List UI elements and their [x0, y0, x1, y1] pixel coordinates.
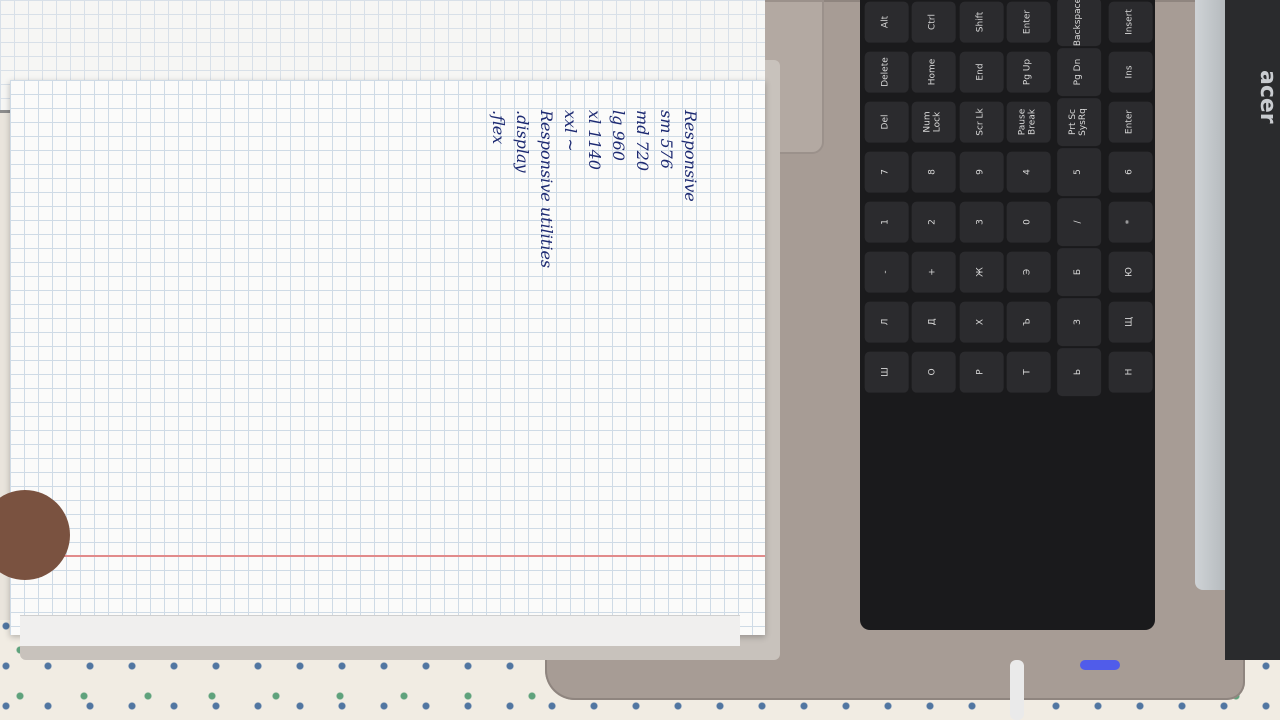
keyboard-key: 4 [1006, 151, 1051, 193]
keyboard-key: Б [1057, 247, 1102, 297]
keyboard-key: Pg Up [1006, 51, 1051, 93]
keyboard-key: Ctrl [912, 1, 957, 43]
keyboard-key: Н [1108, 351, 1153, 393]
keyboard-key: Delete [864, 51, 909, 93]
handwritten-line: Responsive [681, 110, 700, 202]
keyboard-key: / [1057, 197, 1102, 247]
handwritten-notes: Responsive sm 576 md 720 lg 960 xl 1140 xxl ~… [480, 110, 700, 370]
acer-logo: acer [1255, 70, 1280, 124]
keyboard-key: Т [1006, 351, 1051, 393]
keyboard-key: Л [864, 301, 909, 343]
keyboard-key: Ъ [1006, 301, 1051, 343]
photo-scene: Alt Ctrl Shift Enter Backspace Insert Delete Ho… [0, 0, 1280, 720]
handwritten-line: .display [513, 110, 532, 173]
keyboard-key: Backspace [1057, 0, 1102, 47]
keyboard-key: Enter [1006, 1, 1051, 43]
keyboard-key: + [912, 251, 957, 293]
handwritten-line: .flex [489, 110, 508, 145]
notebook-page-edges [20, 615, 740, 646]
keyboard-key: Р [959, 351, 1004, 393]
keyboard-key: Shift [959, 1, 1004, 43]
keyboard-key: Scr Lk [959, 101, 1004, 143]
keyboard-key: Del [864, 101, 909, 143]
keyboard-key: Д [912, 301, 957, 343]
keyboard-key: 1 [864, 201, 909, 243]
keyboard-key: Insert [1108, 1, 1153, 43]
handwritten-line: lg 960 [609, 110, 628, 161]
keyboard-key: Э [1006, 251, 1051, 293]
keyboard-key: Ins [1108, 51, 1153, 93]
keyboard-key: 8 [912, 151, 957, 193]
keyboard-key: Pause Break [1006, 101, 1051, 143]
charging-cable [1010, 660, 1024, 720]
keyboard-key: Home [912, 51, 957, 93]
keyboard-key: Х [959, 301, 1004, 343]
keyboard-key: 6 [1108, 151, 1153, 193]
handwritten-line: md 720 [633, 110, 652, 172]
keyboard-key: Щ [1108, 301, 1153, 343]
keyboard-key: О [912, 351, 957, 393]
handwritten-line: sm 576 [657, 110, 676, 170]
keyboard-key: Prt Sc SysRq [1057, 97, 1102, 147]
keyboard-key: Ш [864, 351, 909, 393]
keyboard-key: 3 [959, 201, 1004, 243]
keyboard-key: * [1108, 201, 1153, 243]
keyboard-key: 5 [1057, 147, 1102, 197]
keyboard-key: Alt [864, 1, 909, 43]
keyboard-key: Ж [959, 251, 1004, 293]
keyboard-key: End [959, 51, 1004, 93]
handwritten-line: xxl ~ [561, 110, 580, 152]
led-light [1080, 660, 1120, 670]
keyboard-key: 0 [1006, 201, 1051, 243]
keyboard-key: Num Lock [912, 101, 957, 143]
keyboard-key: З [1057, 297, 1102, 347]
keyboard-key: Ь [1057, 347, 1102, 397]
keyboard-key: 2 [912, 201, 957, 243]
keyboard-key: Ю [1108, 251, 1153, 293]
keyboard-key: - [864, 251, 909, 293]
keyboard-key: 9 [959, 151, 1004, 193]
handwritten-line: Responsive utilities [537, 110, 556, 269]
margin-line [10, 555, 765, 557]
keyboard-key: Enter [1108, 101, 1153, 143]
keyboard-keys: Alt Ctrl Shift Enter Backspace Insert Delete Ho… [864, 0, 1153, 620]
keyboard-key: 7 [864, 151, 909, 193]
keyboard-key: Pg Dn [1057, 47, 1102, 97]
handwritten-line: xl 1140 [585, 110, 604, 170]
